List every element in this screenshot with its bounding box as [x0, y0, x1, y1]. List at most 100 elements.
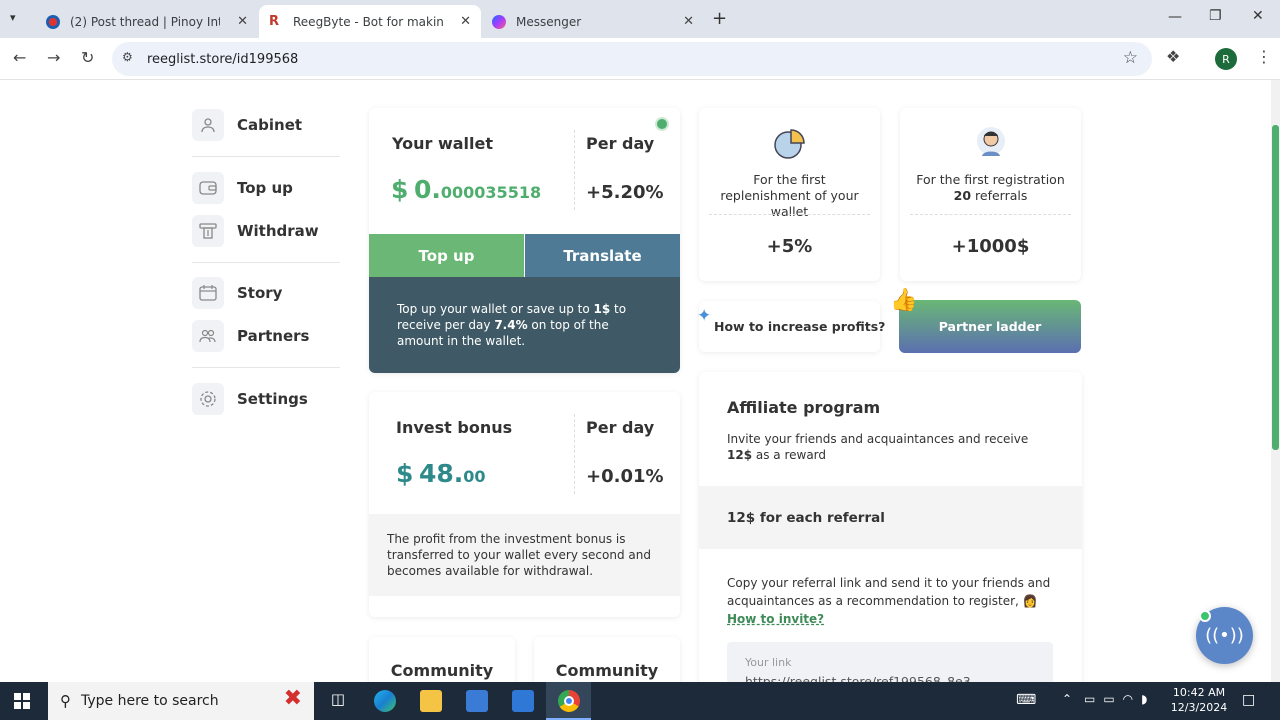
- affiliate-desc: Invite your friends and acquaintances an…: [727, 431, 1057, 463]
- perday-label: Per day: [586, 134, 655, 153]
- extensions-icon[interactable]: ❖: [1166, 47, 1180, 66]
- desc-text: as a reward: [752, 448, 827, 462]
- wallet-info-panel: Top up your wallet or save up to 1$ to r…: [369, 277, 680, 373]
- forward-icon[interactable]: →: [47, 48, 60, 67]
- sidebar-item-label: Top up: [237, 179, 293, 197]
- omnibox[interactable]: ⚙ reeglist.store/id199568 ☆: [112, 42, 1152, 76]
- how-to-invite-link[interactable]: How to invite?: [727, 612, 824, 626]
- withdraw-icon: [192, 215, 224, 247]
- file-explorer-icon[interactable]: [420, 690, 442, 712]
- store-icon[interactable]: [466, 690, 488, 712]
- community-title: Community: [390, 661, 494, 680]
- close-tab-icon[interactable]: ✕: [677, 14, 694, 29]
- sidebar-item-topup[interactable]: Top up: [192, 172, 293, 204]
- bookmark-star-icon[interactable]: ☆: [1123, 48, 1138, 68]
- info-text: Top up your wallet or save up to: [397, 302, 594, 316]
- close-tab-icon[interactable]: ✕: [231, 14, 248, 29]
- site-settings-icon[interactable]: ⚙: [122, 50, 133, 64]
- tray-icons[interactable]: ▭▭◠◗: [1084, 692, 1155, 706]
- minimize-icon[interactable]: —: [1168, 9, 1182, 25]
- invest-info-panel: The profit from the investment bonus is …: [369, 514, 680, 596]
- tab-messenger[interactable]: Messenger ✕: [482, 5, 704, 38]
- reload-icon[interactable]: ↻: [81, 48, 94, 67]
- copy-text: Copy your referral link and send it to y…: [727, 576, 1051, 608]
- chrome-menu-icon[interactable]: ⋮: [1256, 47, 1272, 66]
- url-text[interactable]: reeglist.store/id199568: [147, 52, 298, 67]
- sidebar-item-label: Withdraw: [237, 222, 319, 240]
- page-scrollbar[interactable]: [1271, 80, 1280, 682]
- edge-icon[interactable]: [374, 690, 396, 712]
- chrome-icon: [558, 690, 580, 712]
- close-window-icon[interactable]: ✕: [1252, 8, 1264, 24]
- new-tab-icon[interactable]: +: [712, 8, 727, 29]
- promo-divider: [709, 214, 870, 215]
- perday-label: Per day: [586, 418, 655, 437]
- browser-tab-bar: ▾ (2) Post thread | Pinoy Internet ✕ R R…: [0, 0, 1280, 38]
- sidebar-divider: [192, 262, 340, 263]
- restore-icon[interactable]: ❐: [1209, 8, 1222, 24]
- invest-bonus-card: Invest bonus $ 48.00 Per day +0.01% The …: [369, 392, 680, 617]
- profile-avatar[interactable]: R: [1215, 48, 1237, 70]
- sidebar-item-label: Cabinet: [237, 116, 303, 134]
- taskbar-search-box[interactable]: ⚲ Type here to search ✖: [48, 682, 314, 720]
- wallet-divider: [574, 130, 575, 210]
- topup-button[interactable]: Top up: [369, 234, 524, 277]
- clock[interactable]: 10:42 AM 12/3/2024: [1170, 685, 1228, 715]
- sidebar-item-story[interactable]: Story: [192, 277, 282, 309]
- registration-promo-card: For the first registration 20 referrals …: [900, 108, 1081, 281]
- referral-link-box[interactable]: Your link https://reeglist.store/ref1995…: [727, 642, 1053, 682]
- translate-button[interactable]: Translate: [525, 234, 680, 277]
- wallet-balance: $ 0.000035518: [391, 175, 541, 204]
- tab-reegbyte[interactable]: R ReegByte - Bot for making mon ✕: [259, 5, 481, 38]
- tab-title: Messenger: [516, 14, 582, 29]
- task-view-icon[interactable]: ◫: [327, 690, 349, 712]
- link-value[interactable]: https://reeglist.store/ref199568_8e3: [745, 674, 971, 682]
- balance-dec: 000035518: [440, 183, 542, 202]
- windows-start-icon[interactable]: [14, 693, 30, 713]
- invest-balance: $ 48.00: [396, 459, 486, 488]
- registration-text: For the first registration 20 referrals: [908, 172, 1073, 204]
- close-tab-icon[interactable]: ✕: [454, 14, 471, 29]
- copy-link-text: Copy your referral link and send it to y…: [727, 574, 1057, 628]
- search-placeholder: Type here to search: [81, 693, 219, 709]
- affiliate-title: Affiliate program: [727, 398, 881, 417]
- wallet-icon: [192, 172, 224, 204]
- currency-symbol: $: [391, 175, 409, 204]
- sidebar-item-label: Settings: [237, 390, 308, 408]
- keyboard-icon[interactable]: ⌨: [1016, 692, 1036, 708]
- sidebar-item-cabinet[interactable]: Cabinet: [192, 109, 302, 141]
- partners-icon: [192, 320, 224, 352]
- tray-chevron-icon[interactable]: ⌃: [1062, 692, 1072, 706]
- scrollbar-thumb[interactable]: [1272, 125, 1279, 450]
- increase-profits-button[interactable]: ✦ How to increase profits?: [697, 301, 885, 352]
- invest-title: Invest bonus: [396, 418, 513, 437]
- replenish-promo-card: For the first replenishment of your wall…: [699, 108, 880, 281]
- per-referral-strip: 12$ for each referral: [699, 486, 1082, 549]
- windows-taskbar: ⚲ Type here to search ✖ ◫ ⌨ ⌃ ▭▭◠◗ 10:42…: [0, 682, 1280, 720]
- notification-icon[interactable]: □: [1242, 692, 1255, 708]
- sidebar-item-withdraw[interactable]: Withdraw: [192, 215, 319, 247]
- sidebar-item-settings[interactable]: Settings: [192, 383, 308, 415]
- clock-date: 12/3/2024: [1170, 701, 1228, 714]
- community-card-1[interactable]: Community: [369, 637, 515, 682]
- chrome-taskbar-button[interactable]: [546, 682, 591, 720]
- avatar-icon: [976, 126, 1006, 162]
- community-card-2[interactable]: Community: [534, 637, 680, 682]
- back-icon[interactable]: ←: [13, 48, 26, 67]
- reg-text: referrals: [975, 188, 1028, 203]
- pinoy-favicon-icon: [46, 14, 60, 29]
- tab-search-chevron-icon[interactable]: ▾: [10, 11, 16, 24]
- sidebar-item-partners[interactable]: Partners: [192, 320, 309, 352]
- clock-time: 10:42 AM: [1172, 686, 1226, 699]
- reg-bold: 20: [953, 188, 972, 203]
- mail-icon[interactable]: [512, 690, 534, 712]
- search-highlight-icon: ✖: [283, 686, 302, 711]
- broadcast-icon: ((•)): [1205, 625, 1244, 646]
- woman-emoji-icon: 👩: [1022, 594, 1038, 608]
- partner-ladder-button[interactable]: Partner ladder: [899, 300, 1081, 353]
- address-bar-row: ← → ↻ ⚙ reeglist.store/id199568 ☆ ❖ R ⋮: [0, 38, 1280, 80]
- calendar-icon: [192, 277, 224, 309]
- user-icon: [192, 109, 224, 141]
- perday-value: +0.01%: [586, 466, 664, 487]
- tab-pinoy-internet[interactable]: (2) Post thread | Pinoy Internet ✕: [36, 5, 258, 38]
